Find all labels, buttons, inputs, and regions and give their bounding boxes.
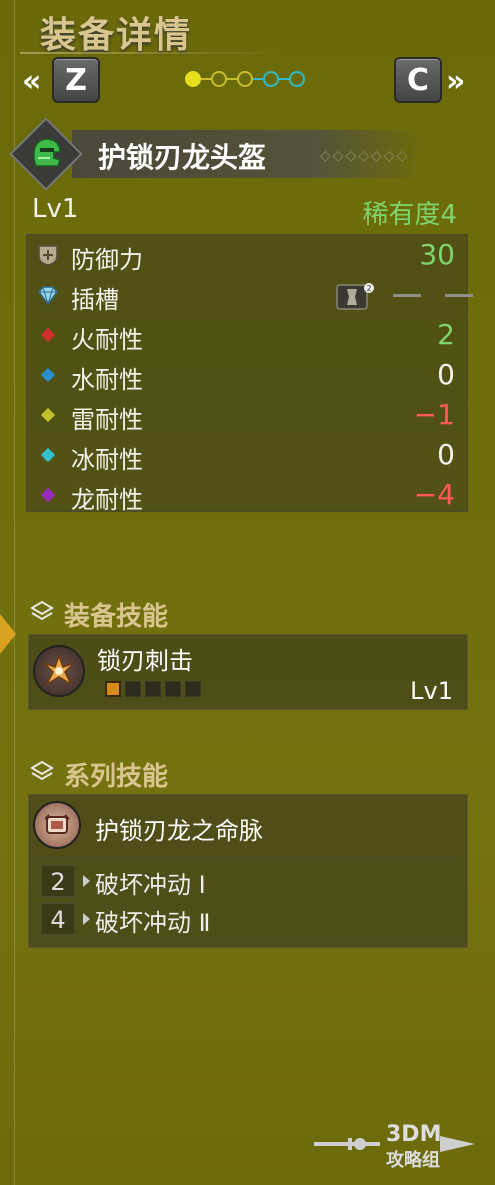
stat-row-thunder: 雷耐性 −1 xyxy=(27,395,469,435)
water-value: 0 xyxy=(437,358,455,391)
prev-arrow-icon: « xyxy=(22,64,42,99)
blade-skill-icon xyxy=(43,653,75,686)
item-header: 护锁刃龙头盔 ◇◇◇◇◇◇◇ xyxy=(9,117,460,191)
ice-icon xyxy=(40,447,56,463)
dragon-icon xyxy=(40,487,56,503)
thunder-icon xyxy=(40,407,56,423)
series-tier-row: 4 破坏冲动 Ⅱ xyxy=(41,903,461,937)
series-divider xyxy=(37,857,457,858)
page-dot-1 xyxy=(185,71,201,87)
item-level: Lv1 xyxy=(32,194,79,224)
helmet-icon xyxy=(33,138,61,167)
series-section-icon xyxy=(30,760,54,781)
stat-row-fire: 火耐性 2 xyxy=(27,315,469,355)
item-rarity: 稀有度4 xyxy=(362,200,457,230)
fire-label: 火耐性 xyxy=(71,326,143,354)
shield-icon xyxy=(38,245,58,266)
armor-set-icon xyxy=(44,814,70,834)
equipment-detail-panel: 装备详情 « Z C » 护锁刃龙头盔 ◇◇◇◇◇◇◇ Lv1 稀有度4 防御力… xyxy=(0,0,495,1185)
gem-icon xyxy=(38,286,58,306)
water-label: 水耐性 xyxy=(71,366,143,394)
series-skills-title: 系列技能 xyxy=(64,762,169,792)
stat-row-dragon: 龙耐性 −4 xyxy=(27,475,469,515)
page-dot-5 xyxy=(289,71,305,87)
equip-skills-title: 装备技能 xyxy=(64,602,169,632)
svg-text:2: 2 xyxy=(367,284,372,293)
thunder-label: 雷耐性 xyxy=(71,406,143,434)
defense-label: 防御力 xyxy=(71,246,143,274)
decor-diamonds: ◇◇◇◇◇◇◇ xyxy=(320,148,410,164)
tier-skill-name: 破坏冲动 Ⅰ xyxy=(95,871,206,899)
series-name: 护锁刃龙之命脉 xyxy=(95,817,263,845)
stat-row-slots: 插槽 2 xyxy=(27,275,473,315)
series-tier-row: 2 破坏冲动 Ⅰ xyxy=(41,865,461,899)
next-arrow-icon: » xyxy=(446,64,466,99)
skill-name: 锁刃刺击 xyxy=(97,647,193,675)
stats-box: 防御力 30 插槽 2 火耐性 2 水耐性 0 雷耐性 −1 冰耐性 0 龙耐性… xyxy=(26,234,473,515)
watermark-brand: 3DM xyxy=(386,1122,442,1147)
watermark-team: 攻略组 xyxy=(386,1150,440,1171)
selection-marker xyxy=(0,614,16,654)
tier-count: 4 xyxy=(41,903,75,935)
item-name: 护锁刃龙头盔 xyxy=(98,141,267,174)
slots-label: 插槽 xyxy=(71,286,119,314)
page-dot-3 xyxy=(237,71,253,87)
ice-value: 0 xyxy=(437,438,455,471)
empty-slot-1 xyxy=(393,294,421,297)
triangle-right-icon xyxy=(83,875,90,887)
stat-row-water: 水耐性 0 xyxy=(27,355,469,395)
page-title: 装备详情 xyxy=(40,15,193,56)
series-skill-card[interactable]: 护锁刃龙之命脉 2 破坏冲动 Ⅰ 4 破坏冲动 Ⅱ xyxy=(28,794,468,948)
page-indicator xyxy=(185,71,305,87)
tier-count: 2 xyxy=(41,865,75,897)
tier-skill-name: 破坏冲动 Ⅱ xyxy=(95,909,211,937)
dragon-label: 龙耐性 xyxy=(71,486,143,514)
skill-section-icon xyxy=(30,600,54,621)
skill-pip-3 xyxy=(145,681,161,697)
empty-slot-2 xyxy=(445,294,473,297)
page-dot-4 xyxy=(263,71,279,87)
prev-page-key[interactable]: Z xyxy=(52,57,100,103)
fire-value: 2 xyxy=(437,318,455,351)
skill-pip-5 xyxy=(185,681,201,697)
next-page-key[interactable]: C xyxy=(394,57,442,103)
ice-label: 冰耐性 xyxy=(71,446,143,474)
dragon-value: −4 xyxy=(413,478,455,511)
stat-row-ice: 冰耐性 0 xyxy=(27,435,469,475)
defense-value: 30 xyxy=(419,238,455,271)
water-icon xyxy=(40,367,56,383)
page-dot-2 xyxy=(211,71,227,87)
skill-level: Lv1 xyxy=(410,677,453,705)
skill-pip-2 xyxy=(125,681,141,697)
title-underline xyxy=(20,52,280,54)
skill-pip-1 xyxy=(105,681,121,697)
triangle-right-icon xyxy=(83,913,90,925)
stat-row-defense: 防御力 30 xyxy=(27,235,469,275)
skill-pip-4 xyxy=(165,681,181,697)
fire-icon xyxy=(40,327,56,343)
thunder-value: −1 xyxy=(413,398,455,431)
equip-skill-card[interactable]: 锁刃刺击 Lv1 xyxy=(28,634,468,710)
skill-level-pips xyxy=(105,681,205,697)
slot-jewel-icon: 2 xyxy=(336,283,374,310)
